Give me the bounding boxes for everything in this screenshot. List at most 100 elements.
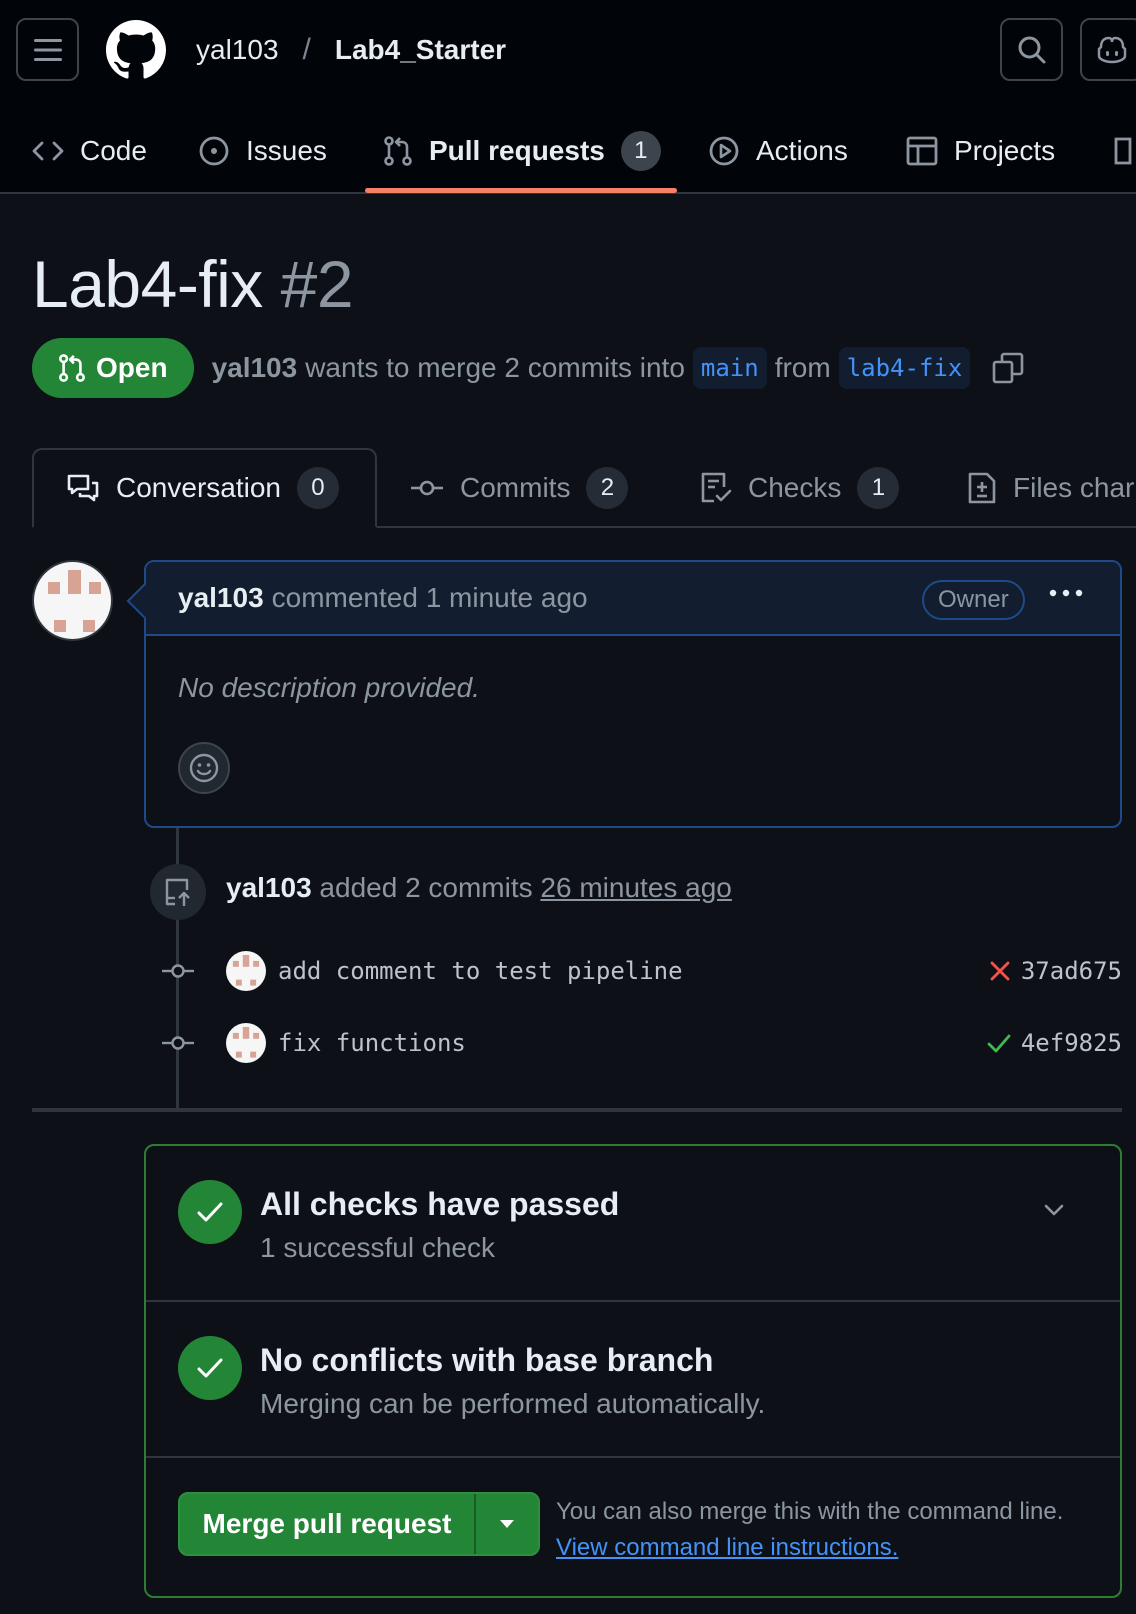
event-time-link[interactable]: 26 minutes ago [540,872,731,903]
merge-options-dropdown[interactable] [476,1494,538,1554]
tab-commits[interactable]: Commits 2 [410,448,629,528]
search-icon [1018,36,1045,63]
git-commit-icon [162,1036,194,1050]
commit-author-avatar[interactable] [226,1023,266,1063]
repo-push-icon [165,878,190,906]
pr-title-text: Lab4-fix [32,247,263,321]
global-header: yal103 / Lab4_Starter Code Issues Pull r… [0,0,1136,194]
pr-author-link[interactable]: yal103 [212,352,298,384]
repo-nav: Code Issues Pull requests 1 Actions Proj… [0,108,1136,194]
pr-merge-text: wants to merge 2 commits into [305,352,685,383]
tab-checks[interactable]: Checks 1 [700,448,900,528]
head-branch-label[interactable]: lab4-fix [838,347,971,389]
nav-issues[interactable]: Issues [198,108,327,194]
commit-sha-link[interactable]: 37ad675 [1021,957,1122,985]
commit-row: add comment to test pipeline 37ad675 [158,949,1122,993]
pr-state-badge: Open [32,338,194,398]
checks-subtitle: 1 successful check [260,1232,495,1263]
merge-pull-request-button[interactable]: Merge pull request [180,1494,476,1554]
comment-author-link[interactable]: yal103 [178,582,264,614]
commit-message-link[interactable]: add comment to test pipeline [278,957,989,985]
commit-row: fix functions 4ef9825 [158,1021,1122,1065]
nav-code[interactable]: Code [32,108,147,194]
checklist-icon [701,472,732,503]
tab-files-label: Files char [1013,472,1135,503]
active-tab-underline [365,188,677,193]
merge-box: All checks have passed 1 successful chec… [144,1144,1122,1598]
repo-owner-link[interactable]: yal103 [196,34,279,66]
tab-conversation-label: Conversation [116,472,281,503]
checks-status-badge [178,1180,242,1244]
repo-name-link[interactable]: Lab4_Starter [335,34,506,66]
nav-issues-label: Issues [246,135,327,166]
pull-requests-count-badge: 1 [620,131,661,171]
nav-pull-requests-label: Pull requests [429,135,605,166]
command-line-instructions-link[interactable]: View command line instructions. [556,1534,898,1561]
menu-button[interactable] [16,18,79,81]
nav-code-label: Code [80,135,147,166]
hamburger-icon [33,38,62,61]
checks-title: All checks have passed [260,1186,620,1222]
book-icon [1114,137,1132,165]
comment-meta: commented 1 minute ago [271,582,588,613]
copy-icon[interactable] [992,352,1024,384]
identicon [232,954,260,986]
nav-projects-label: Projects [954,135,1056,166]
owner-role-badge: Owner [922,580,1025,620]
git-pull-request-icon [384,136,412,166]
search-button[interactable] [1000,18,1063,81]
nav-wiki[interactable] [1114,108,1136,194]
commit-author-avatar[interactable] [226,951,266,991]
issue-opened-icon [199,136,229,166]
copilot-button[interactable] [1080,18,1136,81]
push-event-badge [150,864,206,920]
avatar[interactable] [32,560,113,641]
check-icon [197,1358,223,1378]
add-reaction-button[interactable] [178,742,230,794]
identicon [48,570,101,632]
conflicts-status-section: No conflicts with base branch Merging ca… [146,1302,1120,1458]
check-icon [197,1202,223,1222]
nav-actions[interactable]: Actions [708,108,848,194]
nav-pull-requests[interactable]: Pull requests 1 [383,108,661,194]
github-logo-icon[interactable] [106,20,166,80]
merge-hint: You can also merge this with the command… [556,1494,1076,1566]
git-commit-icon [162,964,194,978]
tab-conversation[interactable]: Conversation 0 [32,448,377,528]
merge-hint-text: You can also merge this with the command… [556,1498,1064,1525]
conflicts-title: No conflicts with base branch [260,1342,714,1378]
tab-files-changed[interactable]: Files char [967,448,1134,528]
x-icon[interactable] [989,960,1011,982]
chevron-down-icon[interactable] [1042,1202,1066,1218]
timeline-divider [32,1108,1122,1112]
git-pull-request-icon [59,354,85,382]
merge-button-group: Merge pull request [178,1492,540,1556]
commits-added-event: yal103 added 2 commits 26 minutes ago [226,872,732,904]
base-branch-label[interactable]: main [692,347,767,389]
checks-count-badge: 1 [857,467,900,509]
pr-description-comment: yal103 commented 1 minute ago Owner No d… [144,560,1122,828]
conversation-count-badge: 0 [296,467,339,509]
commit-message-link[interactable]: fix functions [278,1029,987,1057]
nav-actions-label: Actions [756,135,848,166]
tab-commits-label: Commits [460,472,571,503]
checks-status-section[interactable]: All checks have passed 1 successful chec… [146,1146,1120,1302]
conflicts-status-badge [178,1336,242,1400]
copilot-icon [1097,36,1126,63]
pr-tabs: Conversation 0 Commits 2 Checks 1 Files … [0,448,1136,528]
triangle-down-icon [500,1520,514,1528]
commit-sha-link[interactable]: 4ef9825 [1021,1029,1122,1057]
breadcrumb-separator: / [302,33,311,66]
comment-discussion-icon [67,474,99,502]
commits-count-badge: 2 [586,467,629,509]
merge-actions: Merge pull request You can also merge th… [146,1458,1120,1596]
identicon [232,1026,260,1058]
kebab-horizontal-icon[interactable] [1048,588,1084,598]
check-icon[interactable] [987,1032,1011,1054]
play-icon [709,136,739,166]
nav-projects[interactable]: Projects [906,108,1055,194]
comment-body: No description provided. [178,672,480,703]
event-author-link[interactable]: yal103 [226,872,312,903]
pr-number: #2 [280,247,354,321]
table-icon [906,136,938,166]
